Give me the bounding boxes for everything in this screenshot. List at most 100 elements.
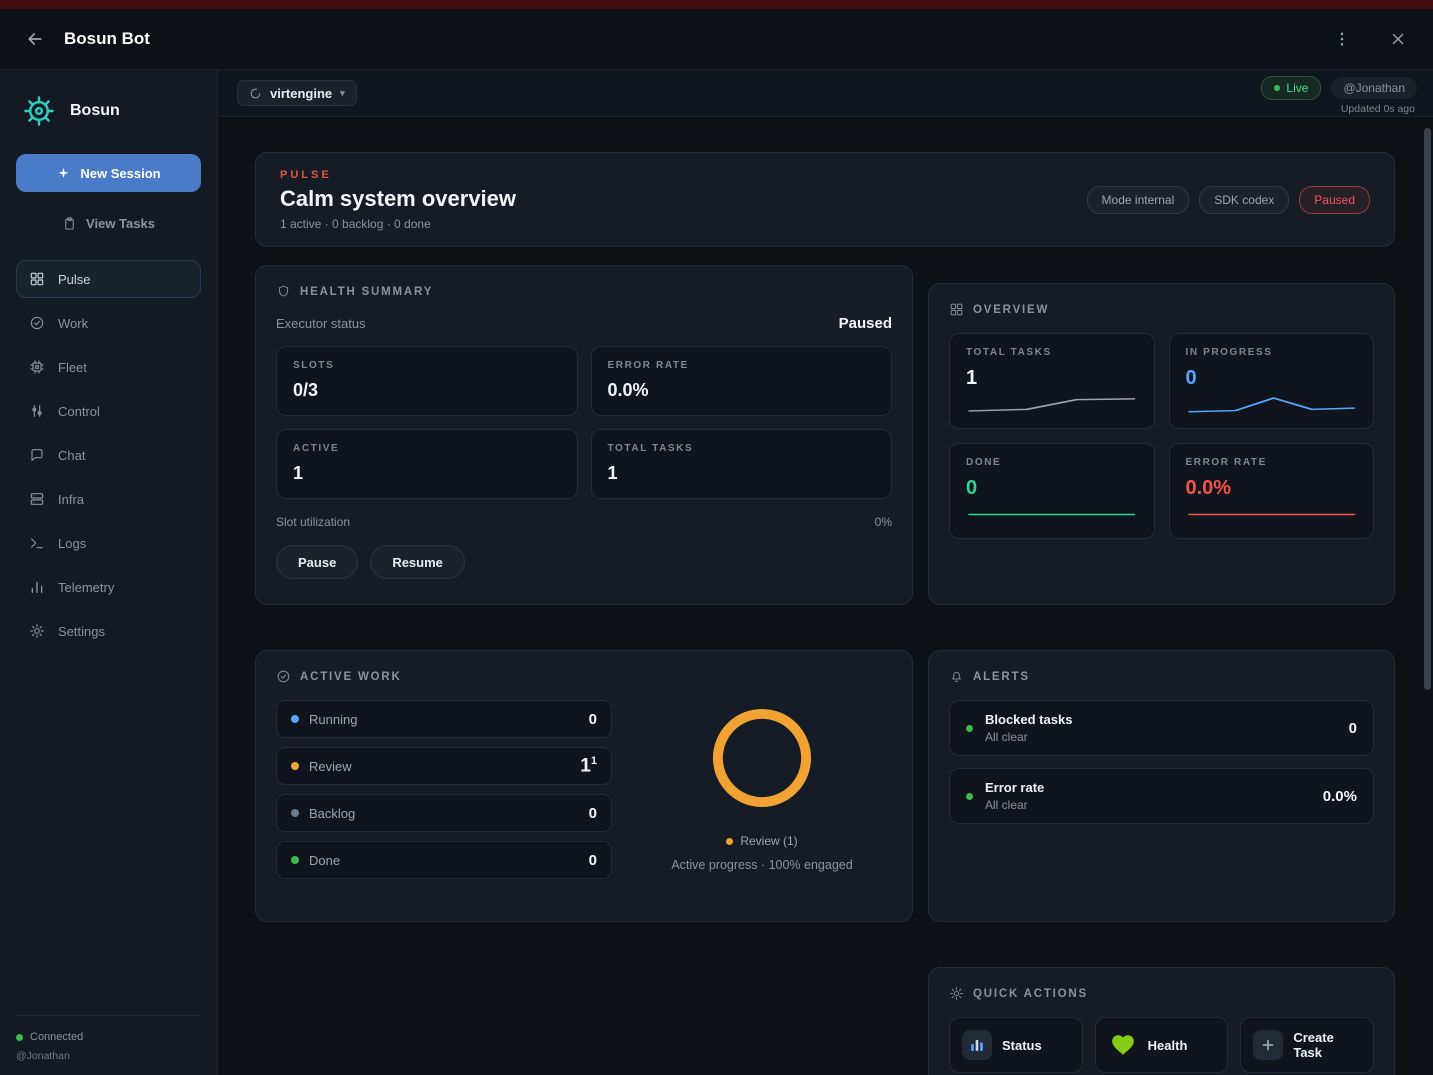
stat-label: TOTAL TASKS xyxy=(607,443,694,454)
close-button[interactable] xyxy=(1381,22,1415,56)
work-row-label: Review xyxy=(309,758,352,774)
sidebar-item-work[interactable]: Work xyxy=(16,304,201,342)
project-dropdown[interactable]: virtengine ▾ xyxy=(237,80,357,106)
spinner-circle-icon xyxy=(249,87,262,100)
backlog-dot-icon xyxy=(291,809,299,817)
overview-card: OVERVIEW TOTAL TASKS 1 IN PROGRESS 0 DON… xyxy=(928,283,1395,605)
work-row-value: 0 xyxy=(588,851,597,869)
slot-utilization-label: Slot utilization xyxy=(276,515,351,529)
gear-icon xyxy=(29,623,45,639)
sidebar-item-control[interactable]: Control xyxy=(16,392,201,430)
alerts-title: ALERTS xyxy=(973,670,1030,683)
review-dot-icon xyxy=(291,762,299,770)
overview-total-tasks: TOTAL TASKS 1 xyxy=(949,333,1155,429)
live-status-badge: Live xyxy=(1261,75,1322,100)
sidebar-item-fleet[interactable]: Fleet xyxy=(16,348,201,386)
overview-in-progress: IN PROGRESS 0 xyxy=(1168,333,1374,429)
sidebar-footer: Connected @Jonathan xyxy=(16,1015,201,1062)
live-dot-icon xyxy=(1274,84,1281,91)
donut-legend: Review (1) xyxy=(726,834,798,848)
view-tasks-button[interactable]: View Tasks xyxy=(16,206,201,240)
live-label: Live xyxy=(1286,80,1309,95)
alerts-card: ALERTS Blocked tasks All clear 0 Error r… xyxy=(928,650,1395,922)
active-progress-text: Active progress · 100% engaged xyxy=(671,858,853,872)
check-circle-icon xyxy=(276,669,291,684)
action-label: Status xyxy=(1002,1037,1042,1053)
connected-dot-icon xyxy=(16,1033,23,1041)
alert-value: 0.0% xyxy=(1322,787,1357,805)
quick-actions-row: Status Health Create Task xyxy=(949,1017,1375,1073)
sidebar-item-label: Control xyxy=(58,403,100,419)
executor-status-value: Paused xyxy=(838,315,892,332)
stat-label: ACTIVE xyxy=(293,443,340,454)
sidebar-item-telemetry[interactable]: Telemetry xyxy=(16,568,201,606)
create-task-action-button[interactable]: Create Task xyxy=(1240,1017,1375,1073)
shield-icon xyxy=(276,284,291,299)
work-row-backlog: Backlog 0 xyxy=(276,794,612,832)
scrollbar-thumb[interactable] xyxy=(1424,128,1431,690)
review-count: 1 xyxy=(580,755,591,777)
alert-value: 0 xyxy=(1348,719,1357,737)
overview-done: DONE 0 xyxy=(949,443,1155,539)
status-action-button[interactable]: Status xyxy=(949,1017,1083,1073)
quick-actions-title: QUICK ACTIONS xyxy=(973,987,1088,1000)
slot-utilization-value: 0% xyxy=(874,515,892,529)
ok-dot-icon xyxy=(966,724,973,732)
alert-row-error-rate: Error rate All clear 0.0% xyxy=(949,768,1374,824)
chevron-down-icon: ▾ xyxy=(340,87,345,98)
titlebar: Bosun Bot xyxy=(0,9,1433,70)
window-top-strip xyxy=(0,0,1433,9)
alert-subtitle: All clear xyxy=(985,798,1028,812)
brand: Bosun xyxy=(16,92,201,130)
in-progress-sparkline xyxy=(1187,397,1355,413)
paused-status-chip: Paused xyxy=(1299,185,1370,214)
total-tasks-sparkline xyxy=(968,398,1136,412)
connected-label: Connected xyxy=(30,1031,84,1043)
work-row-value: 0 xyxy=(588,804,597,822)
sidebar-item-settings[interactable]: Settings xyxy=(16,612,201,650)
sidebar-item-pulse[interactable]: Pulse xyxy=(16,260,201,298)
sidebar-item-label: Settings xyxy=(58,623,105,639)
work-row-label: Done xyxy=(309,852,341,868)
stat-label: TOTAL TASKS xyxy=(966,347,1052,358)
health-summary-card: HEALTH SUMMARY Executor status Paused SL… xyxy=(255,265,913,605)
sidebar-item-infra[interactable]: Infra xyxy=(16,480,201,518)
check-circle-icon xyxy=(29,315,45,331)
health-action-button[interactable]: Health xyxy=(1094,1017,1229,1073)
active-work-title: ACTIVE WORK xyxy=(300,670,402,683)
running-dot-icon xyxy=(291,715,299,723)
active-work-list: Running 0 Review 11 Backlog 0 Done 0 xyxy=(276,700,612,879)
sidebar-item-label: Infra xyxy=(58,491,85,507)
sidebar-username: @Jonathan xyxy=(16,1050,70,1062)
work-row-value: 0 xyxy=(588,710,597,728)
work-row-label: Running xyxy=(309,711,358,727)
divider xyxy=(16,1015,201,1016)
close-icon xyxy=(1389,30,1407,48)
error-rate-sparkline xyxy=(1187,513,1355,516)
terminal-icon xyxy=(29,535,45,551)
stat-total-tasks: TOTAL TASKS 1 xyxy=(590,429,892,499)
sidebar-item-chat[interactable]: Chat xyxy=(16,436,201,474)
pulse-chips: Mode internal SDK codex Paused xyxy=(1086,185,1370,214)
work-row-running: Running 0 xyxy=(276,700,612,738)
executor-status-label: Executor status xyxy=(276,316,366,331)
review-count-badge: 1 xyxy=(590,754,597,767)
new-session-button[interactable]: New Session xyxy=(16,154,201,192)
sidebar-item-label: Fleet xyxy=(58,359,87,375)
resume-button[interactable]: Resume xyxy=(370,545,465,579)
bosun-wheel-logo-icon xyxy=(20,92,58,130)
alert-subtitle: All clear xyxy=(985,730,1028,744)
back-button[interactable] xyxy=(18,22,52,56)
work-row-label: Backlog xyxy=(309,805,356,821)
health-summary-title: HEALTH SUMMARY xyxy=(300,285,434,298)
more-menu-button[interactable] xyxy=(1325,22,1359,56)
ok-dot-icon xyxy=(966,792,973,800)
sidebar: Bosun New Session View Tasks Pulse Work … xyxy=(0,70,218,1075)
status-bars-icon xyxy=(962,1030,992,1060)
alert-row-blocked-tasks: Blocked tasks All clear 0 xyxy=(949,700,1374,756)
done-sparkline xyxy=(968,513,1136,516)
grid-icon xyxy=(949,302,964,317)
stat-label: DONE xyxy=(966,457,1002,468)
sidebar-item-logs[interactable]: Logs xyxy=(16,524,201,562)
pause-button[interactable]: Pause xyxy=(276,545,359,579)
